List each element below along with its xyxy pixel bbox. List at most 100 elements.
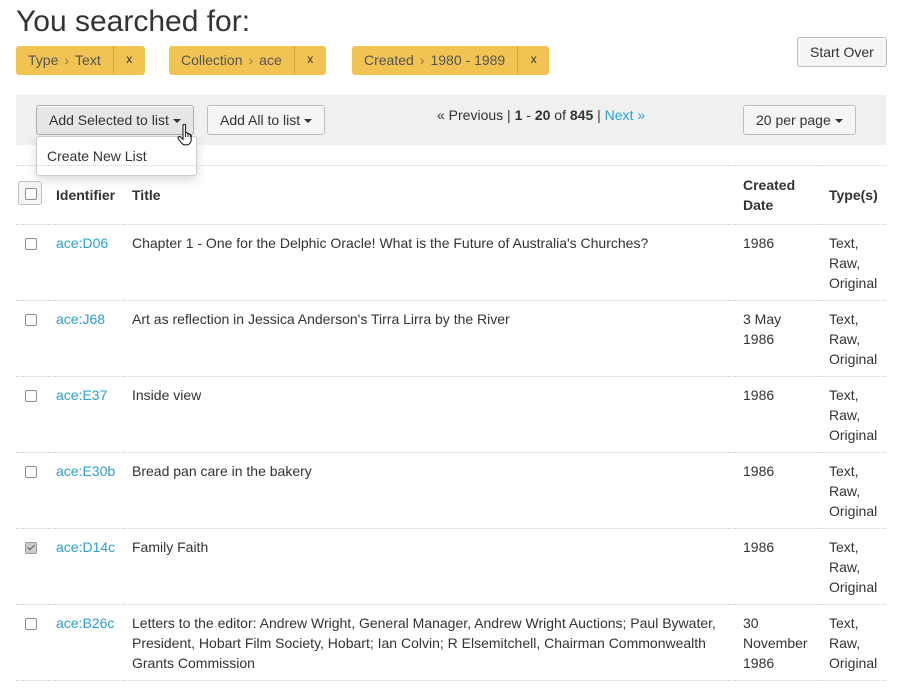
caret-down-icon <box>172 119 181 124</box>
identifier-cell: ace:E30b <box>48 452 124 529</box>
identifier-link[interactable]: ace:E37 <box>56 387 107 403</box>
previous-page: « Previous <box>437 107 504 123</box>
title-cell: Family Faith <box>124 528 735 605</box>
date-cell: 1986 <box>735 224 821 301</box>
chevron-right-icon: › <box>248 52 254 68</box>
pager-separator: | <box>597 107 601 123</box>
per-page-dropdown[interactable]: 20 per page <box>743 105 856 135</box>
row-checkbox-cell <box>16 528 48 605</box>
type-raw: Raw, <box>829 331 861 347</box>
identifier-cell: ace:D14c <box>48 528 124 605</box>
start-over-button[interactable]: Start Over <box>797 37 887 67</box>
range-of: of <box>554 107 566 123</box>
identifier-cell: ace:J68 <box>48 300 124 377</box>
type-original: Original <box>829 275 878 291</box>
constraint-type: Type › Text x <box>16 46 145 75</box>
constraint-label[interactable]: Collection › ace <box>169 46 294 75</box>
created-header-line2: Date <box>743 197 774 213</box>
remove-constraint-button[interactable]: x <box>517 46 550 75</box>
checkbox-box <box>25 187 37 200</box>
chevron-right-icon: › <box>419 52 425 68</box>
identifier-cell: ace:E37 <box>48 376 124 453</box>
table-row: ace:B26c Letters to the editor: Andrew W… <box>16 604 886 681</box>
type-original: Original <box>829 427 878 443</box>
constraint-field: Collection <box>181 52 243 68</box>
pagination: « Previous | 1 - 20 of 845 | Next » <box>437 107 645 123</box>
range-dash: - <box>526 107 531 123</box>
row-checkbox[interactable] <box>25 390 37 402</box>
identifier-link[interactable]: ace:E30b <box>56 463 115 479</box>
row-checkbox-cell <box>16 300 48 377</box>
remove-constraint-button[interactable]: x <box>112 46 145 75</box>
type-original: Original <box>829 655 878 671</box>
type-text: Text, <box>829 311 859 327</box>
row-checkbox[interactable] <box>25 238 37 250</box>
type-text: Text, <box>829 387 859 403</box>
types-cell: Text, Raw, Original <box>821 300 886 377</box>
title-header[interactable]: Title <box>124 165 735 225</box>
add-selected-label: Add Selected to list <box>49 112 169 128</box>
type-raw: Raw, <box>829 255 861 271</box>
add-selected-to-list-button[interactable]: Add Selected to list <box>36 105 194 135</box>
constraint-value: ace <box>259 52 282 68</box>
identifier-link[interactable]: ace:J68 <box>56 311 105 327</box>
identifier-link[interactable]: ace:B26c <box>56 615 114 631</box>
add-all-to-list-button[interactable]: Add All to list <box>207 105 326 135</box>
identifier-cell: ace:D06 <box>48 224 124 301</box>
results-table: Identifier Title Created Date Type(s) ace… <box>16 165 886 681</box>
chevron-right-icon: › <box>64 52 70 68</box>
title-cell: Chapter 1 - One for the Delphic Oracle! … <box>124 224 735 301</box>
type-text: Text, <box>829 539 859 555</box>
title-cell: Inside view <box>124 376 735 453</box>
range-end: 20 <box>534 107 551 123</box>
row-checkbox-cell <box>16 604 48 681</box>
type-text: Text, <box>829 235 859 251</box>
add-all-label: Add All to list <box>220 112 301 128</box>
total-count: 845 <box>569 107 594 123</box>
title-cell: Letters to the editor: Andrew Wright, Ge… <box>124 604 735 681</box>
date-cell: 1986 <box>735 528 821 605</box>
title-cell: Bread pan care in the bakery <box>124 452 735 529</box>
table-row: ace:J68 Art as reflection in Jessica And… <box>16 300 886 377</box>
types-cell: Text, Raw, Original <box>821 528 886 605</box>
identifier-link[interactable]: ace:D06 <box>56 235 108 251</box>
table-header-row: Identifier Title Created Date Type(s) <box>16 165 886 225</box>
remove-constraint-button[interactable]: x <box>293 46 326 75</box>
constraint-label[interactable]: Type › Text <box>16 46 113 75</box>
per-page-label: 20 per page <box>756 112 831 128</box>
next-page-link[interactable]: Next » <box>605 107 645 123</box>
pager-separator: | <box>507 107 511 123</box>
type-raw: Raw, <box>829 559 861 575</box>
title-cell: Art as reflection in Jessica Anderson's … <box>124 300 735 377</box>
row-checkbox[interactable] <box>25 466 37 478</box>
row-checkbox-cell <box>16 452 48 529</box>
row-checkbox-checked[interactable] <box>25 542 37 554</box>
constraint-label[interactable]: Created › 1980 - 1989 <box>352 46 518 75</box>
types-cell: Text, Raw, Original <box>821 452 886 529</box>
type-original: Original <box>829 579 878 595</box>
type-text: Text, <box>829 463 859 479</box>
created-date-header[interactable]: Created Date <box>735 165 821 225</box>
types-cell: Text, Raw, Original <box>821 224 886 301</box>
row-checkbox[interactable] <box>25 314 37 326</box>
constraint-created: Created › 1980 - 1989 x <box>352 46 550 75</box>
constraint-value: 1980 - 1989 <box>430 52 506 68</box>
date-cell: 30 November 1986 <box>735 604 821 681</box>
constraint-collection: Collection › ace x <box>169 46 326 75</box>
created-header-line1: Created <box>743 177 796 193</box>
types-header[interactable]: Type(s) <box>821 165 886 225</box>
page-title: You searched for: <box>16 5 251 38</box>
caret-down-icon <box>834 119 843 124</box>
hand-pointer-icon <box>177 124 192 146</box>
select-all-checkbox[interactable] <box>18 180 42 205</box>
identifier-cell: ace:B26c <box>48 604 124 681</box>
constraint-field: Created <box>364 52 414 68</box>
row-checkbox[interactable] <box>25 618 37 630</box>
row-checkbox-cell <box>16 376 48 453</box>
types-cell: Text, Raw, Original <box>821 376 886 453</box>
row-checkbox-cell <box>16 224 48 301</box>
table-row: ace:D14c Family Faith 1986 Text, Raw, Orig… <box>16 528 886 605</box>
identifier-header[interactable]: Identifier <box>48 165 124 225</box>
identifier-link[interactable]: ace:D14c <box>56 539 115 555</box>
date-cell: 1986 <box>735 376 821 453</box>
